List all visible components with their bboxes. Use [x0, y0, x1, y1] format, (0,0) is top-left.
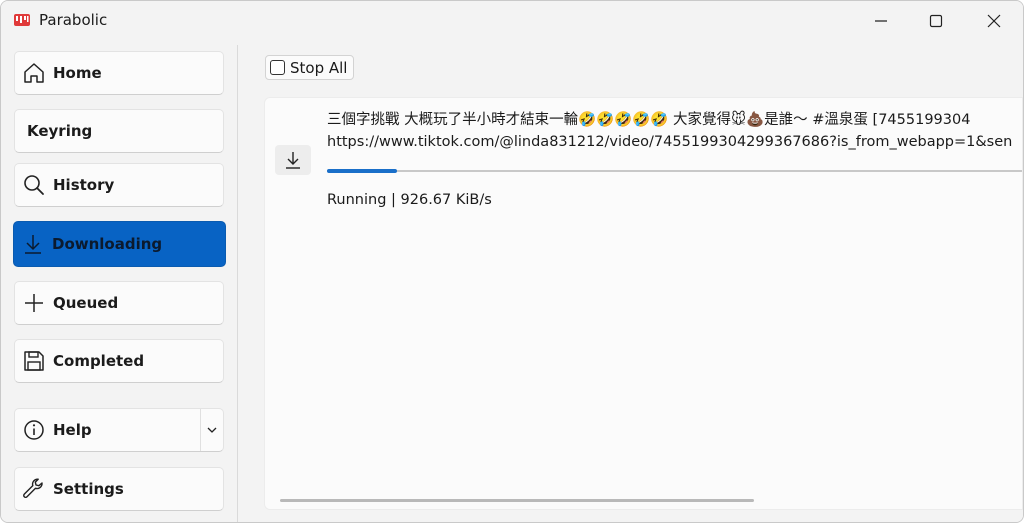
sidebar-item-label: Keyring: [27, 122, 93, 140]
window-title: Parabolic: [39, 11, 108, 29]
search-icon: [21, 172, 47, 198]
plus-icon: [21, 290, 47, 316]
close-icon: [987, 14, 1001, 28]
sidebar-item-settings[interactable]: Settings: [14, 467, 224, 511]
downloading-page: Stop All 三個字挑戰 大概玩了半小時才結束一輪🤣🤣🤣🤣🤣 大家覺得🐭💩是…: [238, 41, 1023, 522]
app-window: Parabolic Home Keyring History Downloadi…: [0, 0, 1024, 523]
sidebar-item-help[interactable]: Help: [14, 408, 224, 452]
minimize-icon: [875, 20, 887, 22]
wrench-icon: [21, 476, 47, 502]
close-button[interactable]: [966, 1, 1022, 41]
sidebar-item-label: History: [53, 176, 115, 194]
horizontal-scrollbar[interactable]: [280, 499, 754, 502]
sidebar-item-label: Downloading: [52, 235, 163, 253]
sidebar-item-downloading[interactable]: Downloading: [13, 221, 226, 267]
maximize-icon: [929, 14, 943, 28]
title-bar: Parabolic: [1, 1, 1023, 41]
home-icon: [21, 60, 47, 86]
chevron-down-icon: [207, 427, 217, 433]
minimize-button[interactable]: [853, 1, 909, 41]
stop-all-label: Stop All: [290, 58, 348, 77]
download-icon: [286, 152, 300, 169]
sidebar-item-history[interactable]: History: [14, 163, 224, 207]
sidebar-item-label: Home: [53, 64, 102, 82]
sidebar-item-label: Settings: [53, 480, 124, 498]
sidebar-item-keyring[interactable]: Keyring: [14, 109, 224, 153]
download-row: 三個字挑戰 大概玩了半小時才結束一輪🤣🤣🤣🤣🤣 大家覺得🐭💩是誰～ #溫泉蛋 […: [264, 97, 1023, 510]
save-icon: [21, 348, 47, 374]
download-icon: [20, 231, 46, 257]
download-url: https://www.tiktok.com/@linda831212/vide…: [327, 134, 1013, 150]
download-status: Running | 926.67 KiB/s: [327, 192, 492, 208]
sidebar: Home Keyring History Downloading Queued: [1, 41, 237, 522]
sidebar-item-label: Help: [53, 421, 92, 439]
download-action-button[interactable]: [275, 145, 311, 175]
sidebar-item-label: Completed: [53, 352, 145, 370]
app-logo-icon: [14, 14, 30, 26]
sidebar-item-queued[interactable]: Queued: [14, 281, 224, 325]
help-expand-button[interactable]: [200, 409, 223, 451]
checkbox-box[interactable]: [270, 60, 285, 75]
maximize-button[interactable]: [908, 1, 964, 41]
stop-all-checkbox[interactable]: Stop All: [265, 55, 355, 80]
progress-track: [327, 170, 1022, 172]
sidebar-item-home[interactable]: Home: [14, 51, 224, 95]
progress-bar: [327, 169, 397, 173]
info-icon: [21, 417, 47, 443]
download-title: 三個字挑戰 大概玩了半小時才結束一輪🤣🤣🤣🤣🤣 大家覺得🐭💩是誰～ #溫泉蛋 […: [327, 112, 971, 128]
sidebar-item-label: Queued: [53, 294, 119, 312]
sidebar-item-completed[interactable]: Completed: [14, 339, 224, 383]
